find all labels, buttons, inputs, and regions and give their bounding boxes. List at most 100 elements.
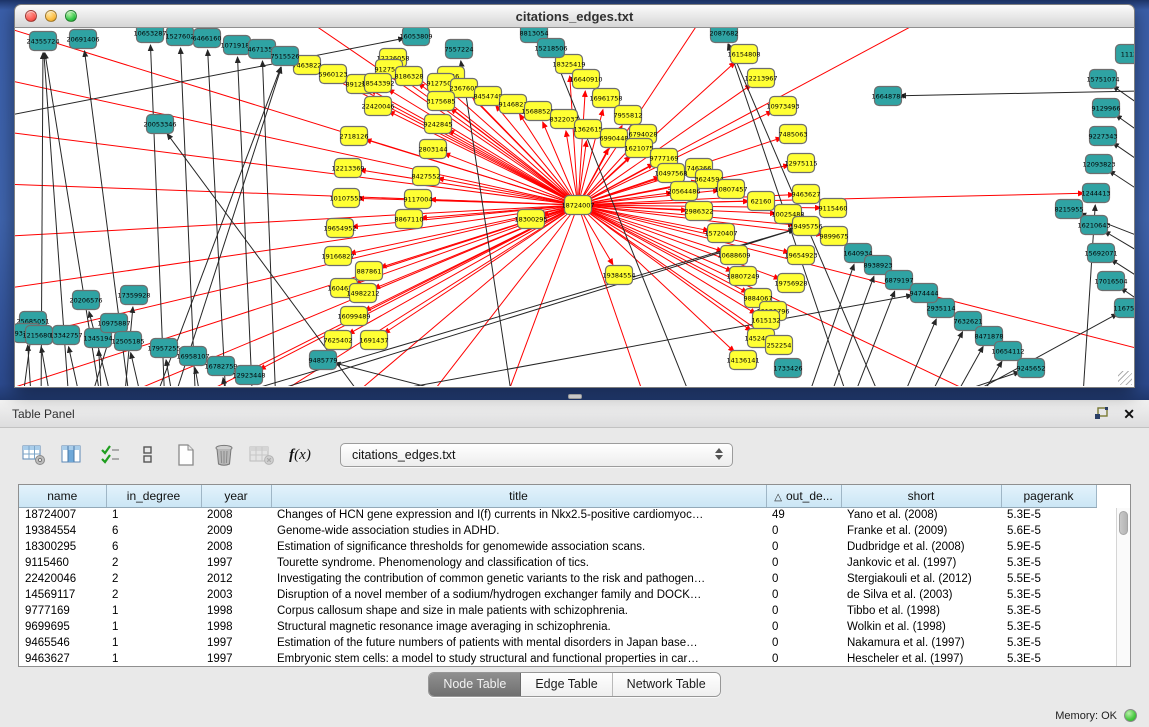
table-mode-icon[interactable] xyxy=(20,442,48,468)
table-cell[interactable]: Tibbo et al. (1998) xyxy=(841,603,1001,619)
table-row[interactable]: 2242004622012Investigating the contribut… xyxy=(19,571,1117,587)
table-cell[interactable]: 5.3E-5 xyxy=(1001,507,1096,523)
table-row[interactable]: 1872400712008Changes of HCN gene express… xyxy=(19,507,1117,523)
table-cell[interactable]: 0 xyxy=(766,651,841,667)
table-cell[interactable]: 0 xyxy=(766,587,841,603)
delete-icon[interactable] xyxy=(210,442,238,468)
column-header-out-de-[interactable]: △out_de... xyxy=(766,485,841,507)
table-cell[interactable]: Tourette syndrome. Phenomenology and cla… xyxy=(271,555,766,571)
graph-edge[interactable] xyxy=(877,319,936,386)
table-cell[interactable]: 5.3E-5 xyxy=(1001,603,1096,619)
graph-edge[interactable] xyxy=(150,45,167,386)
table-cell[interactable]: 9465546 xyxy=(19,635,106,651)
table-cell[interactable]: Embryonic stem cells: a model to study s… xyxy=(271,651,766,667)
delete-table-icon[interactable] xyxy=(248,442,276,468)
table-cell[interactable]: 19384554 xyxy=(19,523,106,539)
splitter-handle[interactable] xyxy=(568,394,582,399)
table-cell[interactable]: 1998 xyxy=(201,603,271,619)
table-cell[interactable]: 0 xyxy=(766,619,841,635)
table-cell[interactable]: 5.3E-5 xyxy=(1001,651,1096,667)
table-cell[interactable]: 1997 xyxy=(201,635,271,651)
table-cell[interactable]: 2008 xyxy=(201,539,271,555)
table-cell[interactable]: Estimation of the future numbers of pati… xyxy=(271,635,766,651)
graph-edge[interactable] xyxy=(15,205,578,238)
table-cell[interactable]: Stergiakouli et al. (2012) xyxy=(841,571,1001,587)
graph-edge[interactable] xyxy=(899,332,963,386)
resize-grip-icon[interactable] xyxy=(1118,371,1132,385)
table-cell[interactable]: 0 xyxy=(766,523,841,539)
table-cell[interactable]: 18300295 xyxy=(19,539,106,555)
table-cell[interactable]: 1997 xyxy=(201,555,271,571)
table-cell[interactable]: Structural magnetic resonance image aver… xyxy=(271,619,766,635)
table-cell[interactable]: Jankovic et al. (1997) xyxy=(841,555,1001,571)
table-cell[interactable]: Corpus callosum shape and size in male p… xyxy=(271,603,766,619)
table-row[interactable]: 911546021997Tourette syndrome. Phenomeno… xyxy=(19,555,1117,571)
table-cell[interactable]: 49 xyxy=(766,507,841,523)
column-header-in-degree[interactable]: in_degree xyxy=(106,485,201,507)
table-cell[interactable]: 2009 xyxy=(201,523,271,539)
table-cell[interactable]: 5.3E-5 xyxy=(1001,635,1096,651)
table-row[interactable]: 946554611997Estimation of the future num… xyxy=(19,635,1117,651)
table-cell[interactable]: 6 xyxy=(106,523,201,539)
table-cell[interactable]: 2012 xyxy=(201,571,271,587)
table-cell[interactable]: Estimation of significance thresholds fo… xyxy=(271,539,766,555)
table-cell[interactable]: 9463627 xyxy=(19,651,106,667)
table-row[interactable]: 1938455462009Genome-wide association stu… xyxy=(19,523,1117,539)
table-cell[interactable]: 0 xyxy=(766,635,841,651)
table-cell[interactable]: Nakamura et al. (1997) xyxy=(841,635,1001,651)
table-cell[interactable]: 5.6E-5 xyxy=(1001,523,1096,539)
graph-edge[interactable] xyxy=(578,91,585,205)
table-cell[interactable]: 1997 xyxy=(201,651,271,667)
graph-edge[interactable] xyxy=(1109,171,1134,224)
table-cell[interactable]: 5.3E-5 xyxy=(1001,587,1096,603)
graph-edge[interactable] xyxy=(208,50,229,386)
graph-edge[interactable] xyxy=(41,347,61,386)
table-cell[interactable]: 1 xyxy=(106,603,201,619)
table-cell[interactable]: 0 xyxy=(766,555,841,571)
close-icon[interactable]: ✕ xyxy=(1123,407,1135,421)
table-cell[interactable]: 9115460 xyxy=(19,555,106,571)
tab-network-table[interactable]: Network Table xyxy=(613,673,720,696)
network-view[interactable]: 1872400718300295193845547463822596012389… xyxy=(15,28,1134,386)
window-titlebar[interactable]: citations_edges.txt xyxy=(14,4,1135,28)
table-cell[interactable]: 1998 xyxy=(201,619,271,635)
table-cell[interactable]: 14569117 xyxy=(19,587,106,603)
table-cell[interactable]: 22420046 xyxy=(19,571,106,587)
graph-edge[interactable] xyxy=(1116,115,1134,168)
table-cell[interactable]: 5.9E-5 xyxy=(1001,539,1096,555)
table-cell[interactable]: 5.3E-5 xyxy=(1001,619,1096,635)
table-cell[interactable]: 5.3E-5 xyxy=(1001,555,1096,571)
table-cell[interactable]: 0 xyxy=(766,603,841,619)
graph-edge[interactable] xyxy=(260,205,578,369)
scrollbar-thumb[interactable] xyxy=(1119,511,1128,535)
table-cell[interactable]: 2 xyxy=(106,571,201,587)
table-row[interactable]: 977716911998Corpus callosum shape and si… xyxy=(19,603,1117,619)
table-row[interactable]: 969969511998Structural magnetic resonanc… xyxy=(19,619,1117,635)
graph-edge[interactable] xyxy=(945,361,1002,386)
table-cell[interactable]: 9777169 xyxy=(19,603,106,619)
column-header-name[interactable]: name xyxy=(19,485,106,507)
table-cell[interactable]: Disruption of a novel member of a sodium… xyxy=(271,587,766,603)
table-cell[interactable]: Changes of HCN gene expression and I(f) … xyxy=(271,507,766,523)
table-cell[interactable]: Yano et al. (2008) xyxy=(841,507,1001,523)
table-cell[interactable]: 6 xyxy=(106,539,201,555)
graph-edge[interactable] xyxy=(578,205,1134,358)
new-document-icon[interactable] xyxy=(172,442,200,468)
table-cell[interactable]: 1 xyxy=(106,507,201,523)
float-window-icon[interactable] xyxy=(1094,407,1109,420)
table-cell[interactable]: 5.5E-5 xyxy=(1001,571,1096,587)
network-canvas[interactable]: 1872400718300295193845547463822596012389… xyxy=(14,28,1135,388)
table-row[interactable]: 946362711997Embryonic stem cells: a mode… xyxy=(19,651,1117,667)
table-cell[interactable]: 2008 xyxy=(201,507,271,523)
graph-edge[interactable] xyxy=(448,130,578,205)
tab-node-table[interactable]: Node Table xyxy=(429,673,521,696)
select-rows-icon[interactable] xyxy=(96,442,124,468)
table-cell[interactable]: Dudbridge et al. (2008) xyxy=(841,539,1001,555)
graph-edge[interactable] xyxy=(238,57,255,386)
column-header-year[interactable]: year xyxy=(201,485,271,507)
show-columns-icon[interactable] xyxy=(58,442,86,468)
table-cell[interactable]: 2003 xyxy=(201,587,271,603)
table-cell[interactable]: Hescheler et al. (1997) xyxy=(841,651,1001,667)
table-cell[interactable]: 0 xyxy=(766,571,841,587)
table-vertical-scrollbar[interactable] xyxy=(1116,508,1130,666)
